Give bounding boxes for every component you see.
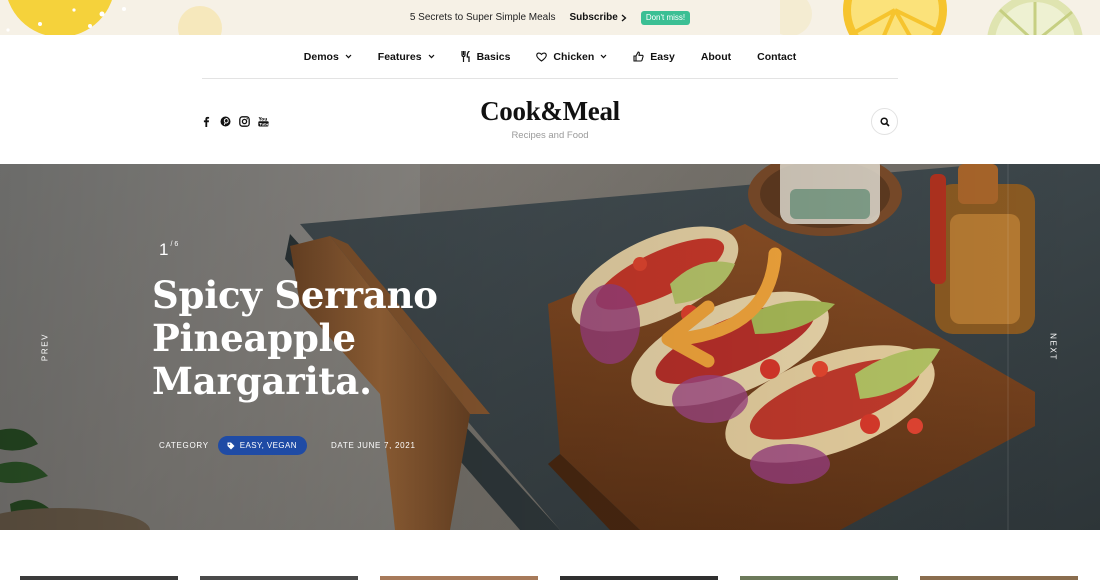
hero-post-meta: CATEGORY EASY, VEGAN DATE JUNE 7, 2021	[159, 436, 416, 455]
nav-item-features[interactable]: Features	[378, 51, 435, 63]
post-thumbnail-strip	[0, 576, 1100, 580]
post-thumbnail[interactable]	[560, 576, 718, 580]
post-date: DATE JUNE 7, 2021	[330, 441, 416, 450]
hero-slider: 1/ 6 Spicy Serrano Pineapple Margarita. …	[0, 164, 1100, 530]
chevron-right-icon	[621, 14, 627, 21]
slide-total: / 6	[170, 241, 179, 248]
youtube-icon[interactable]: You Tube	[258, 114, 270, 127]
site-title: Cook&Meal	[480, 96, 620, 126]
announcement-text: 5 Secrets to Super Simple Meals	[409, 12, 556, 23]
nav-item-label: Demos	[303, 50, 339, 63]
search-button[interactable]	[871, 108, 898, 135]
nav-item-contact[interactable]: Contact	[757, 51, 796, 63]
category-badge[interactable]: EASY, VEGAN	[217, 436, 307, 455]
nav-item-chicken[interactable]: Chicken	[536, 51, 607, 63]
post-thumbnail[interactable]	[200, 576, 358, 580]
site-brand[interactable]: Cook&Meal Recipes and Food	[400, 96, 700, 141]
category-value: EASY, VEGAN	[239, 441, 297, 450]
category-label: CATEGORY	[159, 441, 209, 450]
hero-post-title[interactable]: Spicy Serrano Pineapple Margarita.	[152, 274, 452, 403]
nav-item-label: Easy	[650, 50, 675, 63]
svg-text:Tube: Tube	[259, 121, 269, 126]
subscribe-label: Subscribe	[569, 12, 618, 23]
facebook-icon[interactable]	[201, 114, 212, 127]
search-icon	[879, 116, 890, 127]
tag-icon	[227, 442, 235, 449]
nav-item-about[interactable]: About	[701, 51, 731, 63]
nav-item-label: Basics	[476, 50, 511, 63]
nav-item-easy[interactable]: Easy	[633, 51, 675, 63]
slide-current: 1	[159, 240, 169, 259]
chevron-down-icon	[428, 54, 434, 59]
fork-knife-icon	[460, 51, 470, 62]
nav-item-label: Features	[377, 50, 422, 63]
post-thumbnail[interactable]	[20, 576, 178, 580]
announcement-bar: 5 Secrets to Super Simple Meals Subscrib…	[0, 0, 1100, 35]
thumbs-up-icon	[633, 51, 644, 62]
instagram-icon[interactable]	[239, 114, 250, 127]
slide-counter: 1/ 6	[159, 240, 178, 260]
nav-item-basics[interactable]: Basics	[460, 50, 511, 63]
chevron-down-icon	[600, 54, 607, 59]
nav-item-label: Contact	[757, 50, 797, 63]
next-slide-button[interactable]: NEXT	[1049, 333, 1058, 361]
nav-item-label: About	[700, 50, 732, 63]
main-nav: Demos Features Basics Chicken Easy About…	[202, 35, 898, 79]
prev-slide-button[interactable]: PREV	[41, 333, 50, 361]
social-links: You Tube	[201, 114, 270, 127]
post-thumbnail[interactable]	[920, 576, 1078, 580]
post-thumbnail[interactable]	[740, 576, 898, 580]
nav-item-demos[interactable]: Demos	[304, 51, 352, 63]
pinterest-icon[interactable]	[220, 114, 231, 127]
post-thumbnail[interactable]	[380, 576, 538, 580]
nav-item-label: Chicken	[553, 50, 595, 63]
dont-miss-badge[interactable]: Don't miss!	[640, 10, 691, 25]
site-tagline: Recipes and Food	[511, 130, 589, 141]
heart-icon	[536, 52, 548, 62]
subscribe-link[interactable]: Subscribe	[569, 12, 627, 23]
chevron-down-icon	[345, 54, 352, 59]
